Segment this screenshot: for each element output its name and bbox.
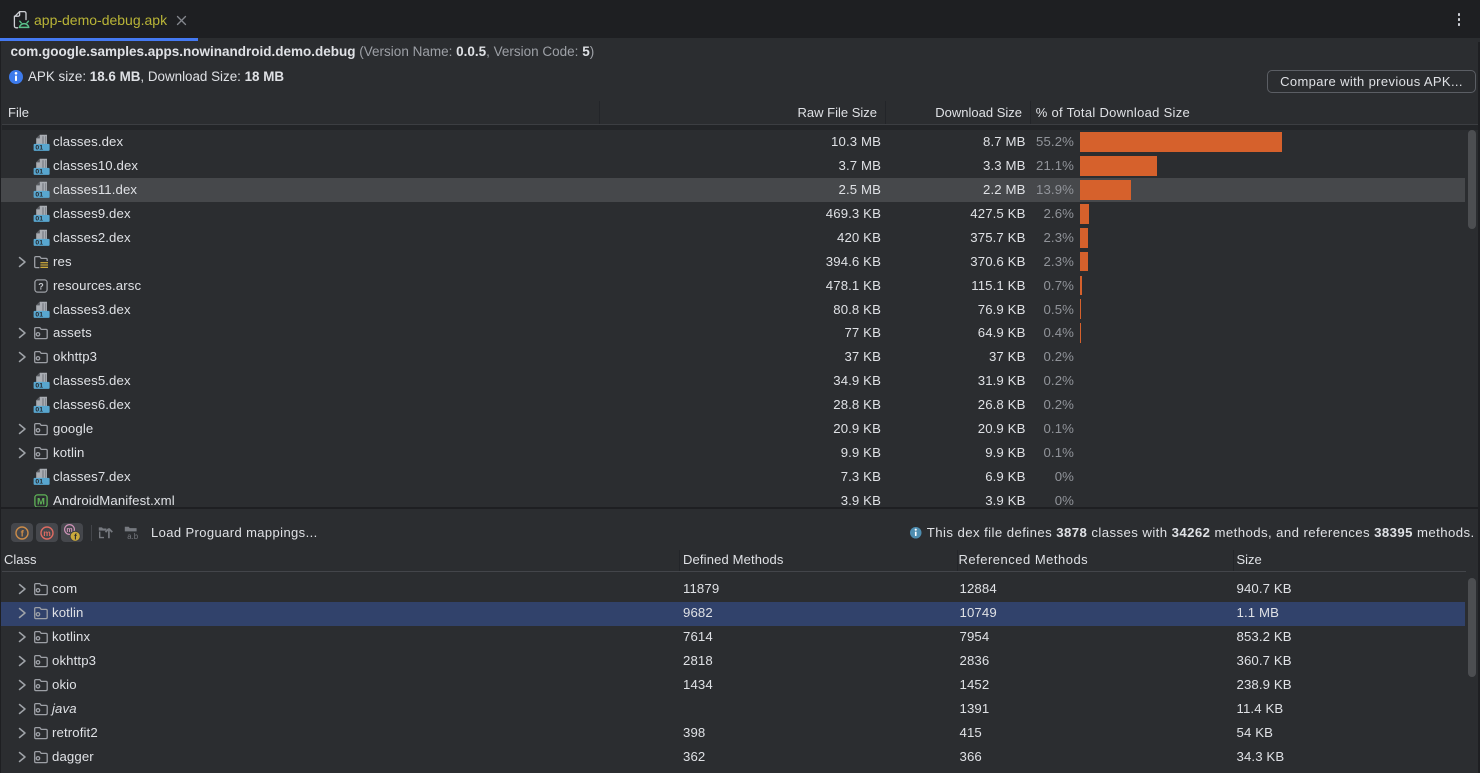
- svg-text:f: f: [20, 528, 24, 539]
- svg-text:m: m: [43, 528, 51, 538]
- svg-text:f: f: [74, 532, 77, 541]
- svg-text:01: 01: [35, 478, 43, 485]
- svg-text:01: 01: [35, 216, 43, 223]
- svg-text:a.b: a.b: [127, 532, 139, 541]
- svg-text:01: 01: [35, 144, 43, 151]
- svg-text:01: 01: [35, 311, 43, 318]
- svg-text:M: M: [37, 496, 45, 507]
- svg-text:01: 01: [35, 192, 43, 199]
- svg-text:01: 01: [35, 240, 43, 247]
- svg-text:01: 01: [35, 407, 43, 414]
- svg-text:01: 01: [35, 168, 43, 175]
- svg-text:01: 01: [35, 383, 43, 390]
- svg-text:?: ?: [38, 281, 44, 291]
